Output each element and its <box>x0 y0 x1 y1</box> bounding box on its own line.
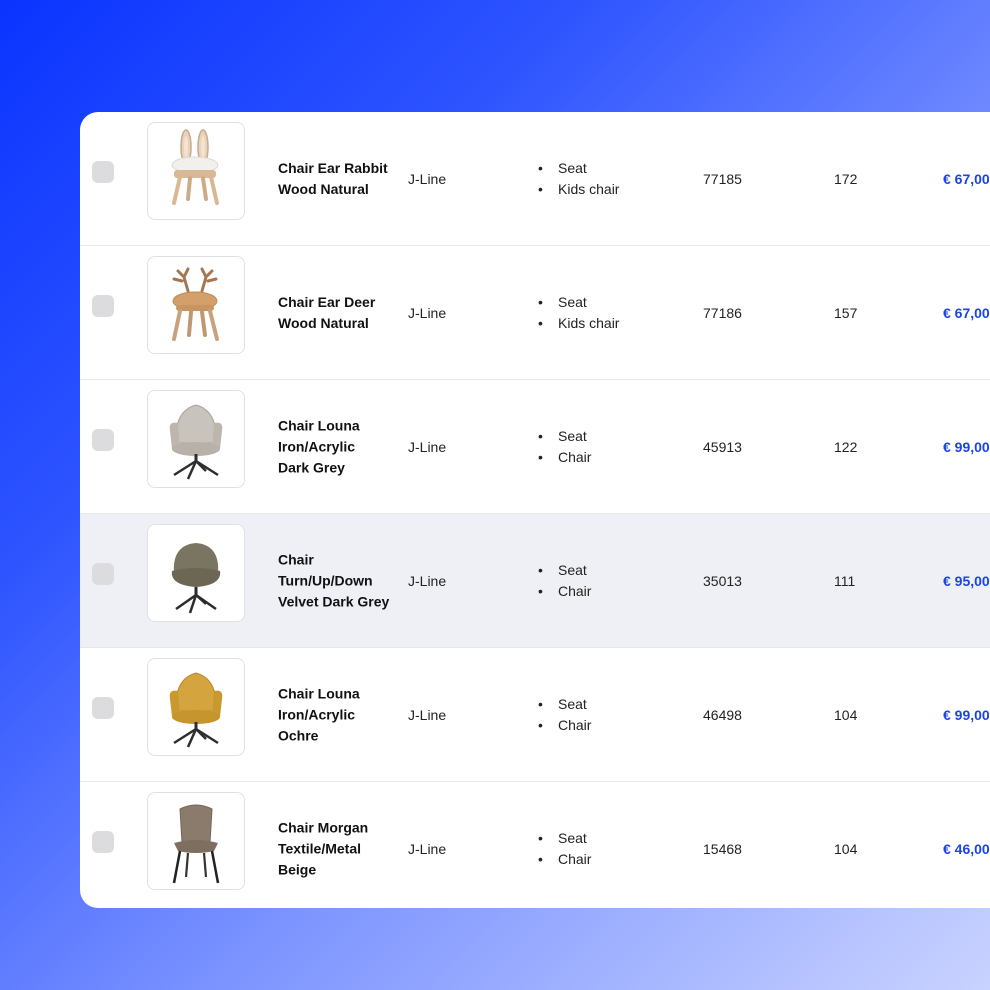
product-code: 15468 <box>703 841 742 857</box>
product-code: 35013 <box>703 572 742 589</box>
product-code: 45913 <box>703 438 742 455</box>
product-image-rabbit-chair[interactable] <box>147 122 245 220</box>
product-price: € 95,00 <box>943 572 990 589</box>
tag-item: Chair <box>538 715 591 736</box>
product-stock: 111 <box>834 572 856 589</box>
product-tags: Seat Chair <box>538 560 591 602</box>
product-brand: J-Line <box>408 304 447 321</box>
tag-item: Chair <box>538 581 591 602</box>
product-price: € 46,00 <box>943 841 990 857</box>
table-row[interactable]: Chair Morgan Textile/Metal Beige J-Line … <box>80 782 990 908</box>
product-stock: 104 <box>834 706 858 723</box>
tag-item: Seat <box>538 694 591 715</box>
row-checkbox[interactable] <box>92 429 114 451</box>
product-code: 77186 <box>703 304 742 321</box>
row-checkbox[interactable] <box>92 161 114 183</box>
product-image-tub-chair-olive[interactable] <box>147 524 245 622</box>
product-name[interactable]: Chair Turn/Up/Down Velvet Dark Grey <box>278 549 390 612</box>
product-price: € 67,00 <box>943 170 990 187</box>
product-image-armchair-grey[interactable] <box>147 390 245 488</box>
product-stock: 104 <box>834 841 858 857</box>
product-price: € 67,00 <box>943 304 990 321</box>
product-price: € 99,00 <box>943 438 990 455</box>
product-brand: J-Line <box>408 170 447 187</box>
row-checkbox[interactable] <box>92 831 114 853</box>
table-row[interactable]: Chair Ear Deer Wood Natural J-Line Seat … <box>80 246 990 380</box>
product-tags: Seat Chair <box>538 828 591 870</box>
tag-item: Seat <box>538 426 591 447</box>
product-brand: J-Line <box>408 841 447 857</box>
product-name[interactable]: Chair Louna Iron/Acrylic Ochre <box>278 683 390 746</box>
product-code: 77185 <box>703 170 742 187</box>
product-name[interactable]: Chair Louna Iron/Acrylic Dark Grey <box>278 415 390 478</box>
product-brand: J-Line <box>408 572 447 589</box>
tag-item: Seat <box>538 828 591 849</box>
tag-item: Kids chair <box>538 179 619 200</box>
product-stock: 157 <box>834 304 858 321</box>
product-brand: J-Line <box>408 706 447 723</box>
product-name[interactable]: Chair Ear Deer Wood Natural <box>278 292 390 334</box>
product-tags: Seat Kids chair <box>538 292 619 334</box>
product-brand: J-Line <box>408 438 447 455</box>
product-image-armchair-ochre[interactable] <box>147 658 245 756</box>
table-row[interactable]: Chair Ear Rabbit Wood Natural J-Line Sea… <box>80 112 990 246</box>
tag-item: Seat <box>538 292 619 313</box>
row-checkbox[interactable] <box>92 563 114 585</box>
product-stock: 122 <box>834 438 858 455</box>
table-row[interactable]: Chair Louna Iron/Acrylic Ochre J-Line Se… <box>80 648 990 782</box>
product-tags: Seat Kids chair <box>538 158 619 200</box>
product-code: 46498 <box>703 706 742 723</box>
product-image-deer-chair[interactable] <box>147 256 245 354</box>
product-tags: Seat Chair <box>538 694 591 736</box>
product-table: Chair Ear Rabbit Wood Natural J-Line Sea… <box>80 112 990 908</box>
tag-item: Chair <box>538 849 591 870</box>
product-name[interactable]: Chair Ear Rabbit Wood Natural <box>278 158 390 200</box>
product-name[interactable]: Chair Morgan Textile/Metal Beige <box>278 818 390 881</box>
row-checkbox[interactable] <box>92 697 114 719</box>
product-image-dining-chair-beige[interactable] <box>147 792 245 890</box>
product-price: € 99,00 <box>943 706 990 723</box>
tag-item: Kids chair <box>538 313 619 334</box>
product-tags: Seat Chair <box>538 426 591 468</box>
tag-item: Seat <box>538 158 619 179</box>
table-row[interactable]: Chair Louna Iron/Acrylic Dark Grey J-Lin… <box>80 380 990 514</box>
row-checkbox[interactable] <box>92 295 114 317</box>
table-row[interactable]: Chair Turn/Up/Down Velvet Dark Grey J-Li… <box>80 514 990 648</box>
product-stock: 172 <box>834 170 858 187</box>
tag-item: Chair <box>538 447 591 468</box>
tag-item: Seat <box>538 560 591 581</box>
